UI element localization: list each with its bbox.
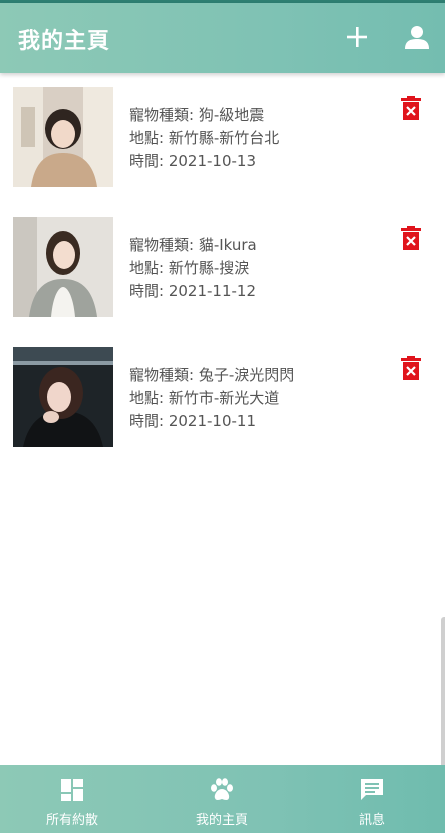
page-title: 我的主頁 [18,29,111,54]
post-info: 寵物種類: 狗-級地震 地點: 新竹縣-新竹台北 時間: 2021-10-13 [129,104,279,173]
pet-photo [13,87,113,187]
trash-delete-icon [401,356,421,380]
delete-button[interactable] [400,355,422,381]
post-time: 時間: 2021-11-12 [129,282,256,300]
delete-button[interactable] [400,95,422,121]
trash-delete-icon [401,96,421,120]
post-info: 寵物種類: 貓-Ikura 地點: 新竹縣-搜淚 時間: 2021-11-12 [129,234,257,303]
post-time: 時間: 2021-10-11 [129,412,256,430]
paw-icon [209,777,235,803]
person-icon [405,26,429,49]
tab-messages[interactable]: 訊息 [312,765,432,833]
pet-species: 寵物種類: 貓-Ikura [129,236,257,254]
tab-all-walks[interactable]: 所有約散 [12,765,132,833]
app-bar: 我的主頁 [0,3,445,73]
list-item[interactable]: 寵物種類: 狗-級地震 地點: 新竹縣-新竹台北 時間: 2021-10-13 [0,87,445,197]
post-location: 地點: 新竹縣-新竹台北 [129,129,280,147]
delete-button[interactable] [400,225,422,251]
pet-photo [13,217,113,317]
tab-label: 我的主頁 [195,813,248,828]
tab-label: 所有約散 [45,813,98,828]
pet-photo [13,347,113,447]
trash-delete-icon [401,226,421,250]
dashboard-icon [59,777,85,803]
post-info: 寵物種類: 兔子-淚光閃閃 地點: 新竹市-新光大道 時間: 2021-10-1… [129,364,294,433]
post-location: 地點: 新竹縣-搜淚 [129,259,250,277]
tab-label: 訊息 [358,813,385,828]
tab-my-home[interactable]: 我的主頁 [162,765,282,833]
list-item[interactable]: 寵物種類: 兔子-淚光閃閃 地點: 新竹市-新光大道 時間: 2021-10-1… [0,347,445,457]
post-time: 時間: 2021-10-13 [129,152,256,170]
plus-icon [347,27,367,47]
bottom-nav: 所有約散 我的主頁 訊息 [0,765,445,833]
scroll-handle[interactable] [441,617,445,787]
post-location: 地點: 新竹市-新光大道 [129,389,280,407]
list-item[interactable]: 寵物種類: 貓-Ikura 地點: 新竹縣-搜淚 時間: 2021-11-12 [0,217,445,327]
pet-species: 寵物種類: 狗-級地震 [129,106,265,124]
add-button[interactable] [343,23,371,51]
chat-icon [359,777,385,803]
profile-button[interactable] [403,23,431,51]
pet-species: 寵物種類: 兔子-淚光閃閃 [129,366,295,384]
